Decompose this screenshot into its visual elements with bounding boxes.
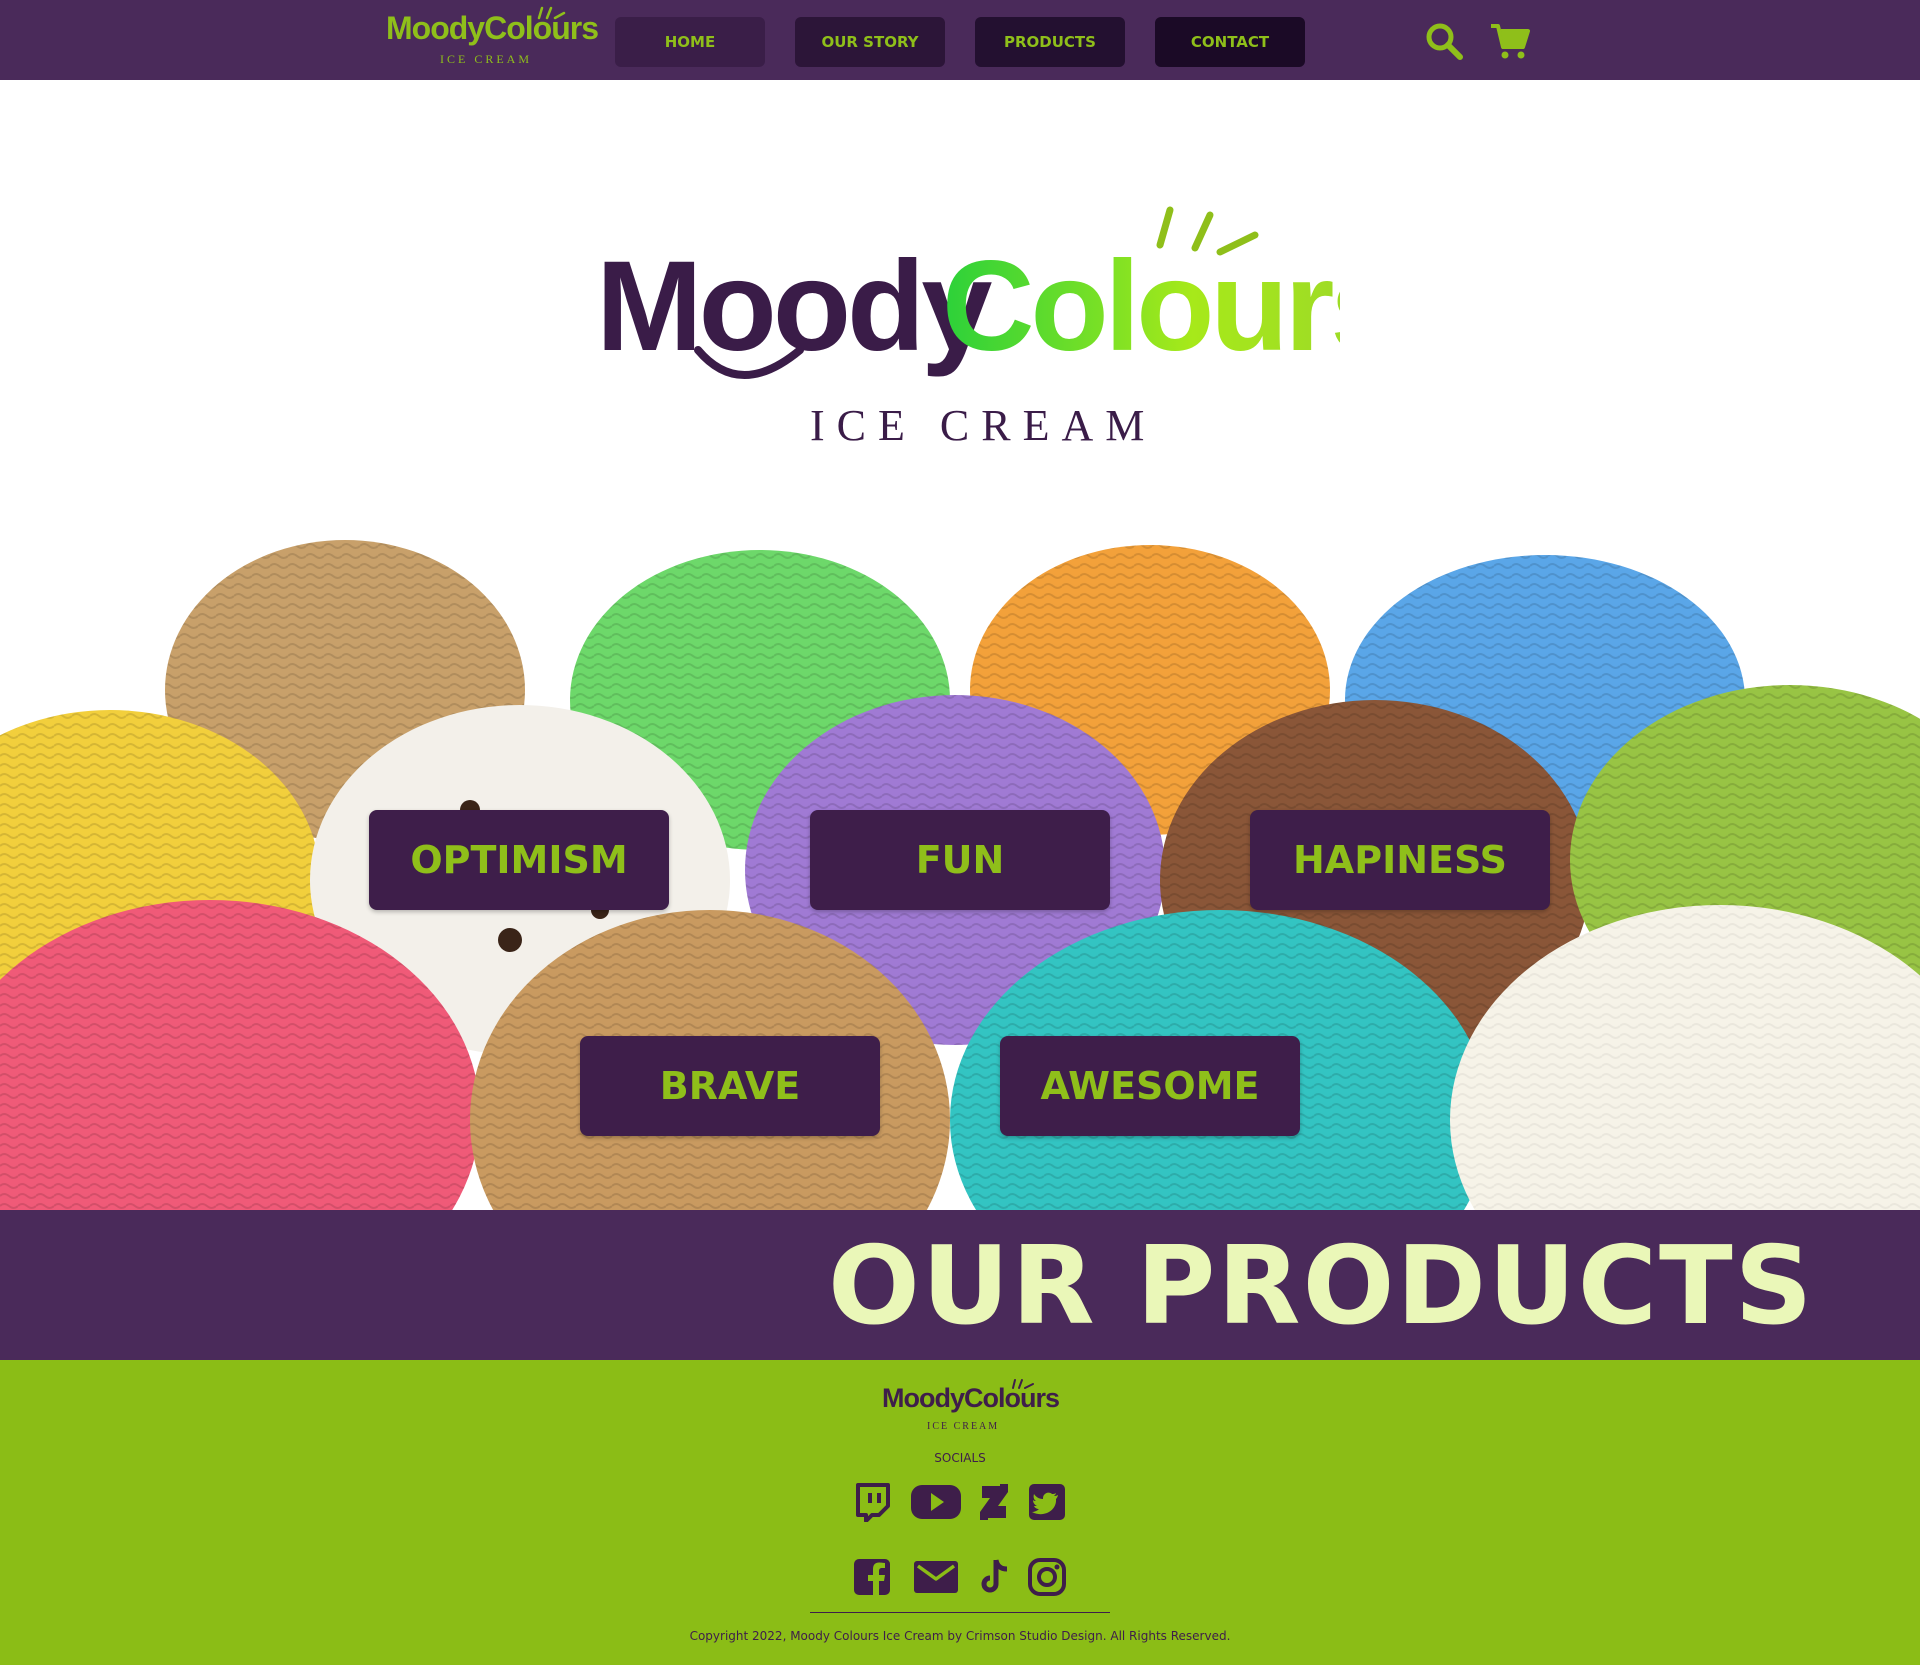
mood-fun-button[interactable]: FUN: [810, 810, 1110, 910]
footer-logo[interactable]: MoodyColours ICE CREAM: [880, 1379, 1060, 1437]
hero-logo-tagline: ICE CREAM: [810, 401, 1156, 450]
nav-home-button[interactable]: HOME: [615, 17, 765, 67]
socials-label: SOCIALS: [934, 1451, 986, 1465]
nav-our-story-button[interactable]: OUR STORY: [795, 17, 945, 67]
copyright-text: Copyright 2022, Moody Colours Ice Cream …: [689, 1629, 1231, 1643]
mood-optimism-button[interactable]: OPTIMISM: [369, 810, 669, 910]
mail-icon[interactable]: [912, 1557, 960, 1597]
twitch-icon[interactable]: [852, 1482, 892, 1522]
twitter-icon[interactable]: [1027, 1482, 1067, 1522]
mood-brave-button[interactable]: BRAVE: [580, 1036, 880, 1136]
footer-logo-rays: [1012, 1379, 1034, 1389]
deviantart-icon[interactable]: [976, 1482, 1012, 1522]
tiktok-icon[interactable]: [978, 1557, 1012, 1597]
footer-divider: [810, 1612, 1110, 1613]
cart-icon[interactable]: [1489, 20, 1531, 62]
hero-logo-graphic: Moody Colours ICE CREAM: [596, 206, 1402, 450]
hero-logo: Moody Colours ICE CREAM: [590, 200, 1402, 460]
hero-logo-word-light: Colours: [942, 235, 1340, 378]
header-logo-tagline: ICE CREAM: [440, 52, 533, 66]
products-section-title: OUR PRODUCTS: [828, 1224, 1815, 1349]
facebook-icon[interactable]: [852, 1557, 892, 1597]
nav-contact-button[interactable]: CONTACT: [1155, 17, 1305, 67]
footer-logo-word-dark: Moody: [882, 1383, 965, 1413]
search-icon[interactable]: [1423, 20, 1465, 62]
youtube-icon[interactable]: [910, 1482, 962, 1522]
instagram-icon[interactable]: [1027, 1557, 1067, 1597]
header-logo[interactable]: MoodyColours ICE CREAM: [384, 6, 599, 70]
top-navbar: [0, 0, 1920, 80]
footer-logo-tagline: ICE CREAM: [927, 1421, 1000, 1432]
nav-products-button[interactable]: PRODUCTS: [975, 17, 1125, 67]
header-logo-rays: [537, 6, 566, 20]
mood-awesome-button[interactable]: AWESOME: [1000, 1036, 1300, 1136]
header-logo-word-dark: Moody: [386, 10, 485, 46]
mood-hapiness-button[interactable]: HAPINESS: [1250, 810, 1550, 910]
